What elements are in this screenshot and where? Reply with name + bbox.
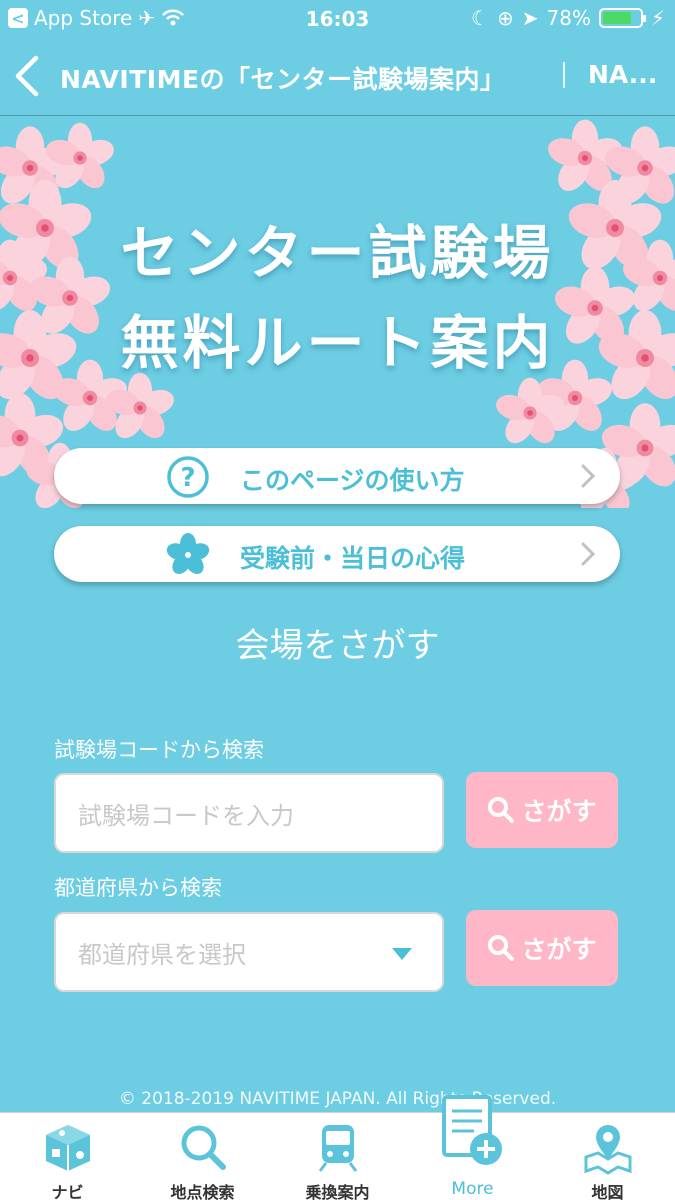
battery-percent: 78% [546, 6, 591, 30]
status-bar: < App Store ✈ 16:03 ☾ ⊕ ➤ 78% ⚡ [0, 0, 675, 38]
svg-text:?: ? [180, 463, 195, 493]
tab-map-label: 地図 [591, 1183, 624, 1200]
map-pin-icon [584, 1125, 632, 1175]
chevron-right-icon [581, 464, 596, 488]
tab-bar: ナビ 地点検索 乗換案内 More 地図 [0, 1095, 675, 1200]
nav-divider [563, 62, 565, 88]
navi-cube-icon [46, 1125, 90, 1171]
prefecture-select[interactable]: 都道府県を選択 [54, 912, 444, 992]
prefecture-search-button[interactable]: さがす [466, 910, 618, 986]
search-icon [488, 935, 515, 961]
prefecture-placeholder: 都道府県を選択 [78, 940, 246, 969]
question-icon: ? [167, 456, 209, 498]
battery-icon [598, 8, 646, 28]
exam-code-input[interactable]: 試験場コードを入力 [54, 773, 444, 853]
location-arrow-icon: ➤ [521, 6, 539, 30]
magnifier-icon [181, 1125, 226, 1170]
search-icon [488, 797, 515, 823]
more-document-icon [442, 1095, 502, 1165]
prefecture-search-label: 都道府県から検索 [54, 876, 222, 900]
tab-more-label: More [451, 1179, 494, 1199]
moon-icon: ☾ [471, 6, 489, 30]
tab-transit-label: 乗換案内 [305, 1183, 370, 1200]
tab-navi-label: ナビ [51, 1183, 84, 1200]
copyright-text: © 2018-2019 NAVITIME JAPAN. All Rights R… [118, 1089, 557, 1109]
code-search-button-label: さがす [521, 797, 597, 826]
train-icon [318, 1125, 358, 1172]
exam-tips-button[interactable]: 受験前・当日の心得 [54, 526, 620, 582]
code-search-label: 試験場コードから検索 [54, 738, 264, 762]
back-chevron-icon[interactable] [10, 52, 50, 100]
tab-spot-search-label: 地点検索 [170, 1183, 235, 1200]
tab-navi[interactable]: ナビ [0, 1113, 135, 1200]
exam-tips-label: 受験前・当日の心得 [240, 544, 466, 573]
nav-title: NAVITIMEの「センター試験場案内」 [60, 65, 506, 94]
tab-map[interactable]: 地図 [540, 1113, 675, 1200]
search-venue-heading: 会場をさがす [235, 626, 440, 666]
charging-icon: ⚡ [650, 6, 665, 30]
rotation-lock-icon: ⊕ [496, 6, 514, 30]
hero-title-line2: 無料ルート案内 [120, 309, 555, 377]
hero-title-line1: センター試験場 [120, 219, 555, 287]
sakura-icon [166, 533, 210, 574]
code-search-button[interactable]: さがす [466, 772, 618, 848]
prefecture-search-button-label: さがす [521, 935, 597, 964]
dropdown-arrow-icon [392, 948, 412, 960]
nav-title-secondary: NA... [588, 60, 658, 89]
how-to-use-button[interactable]: ? このページの使い方 [54, 448, 620, 504]
how-to-use-label: このページの使い方 [240, 466, 465, 495]
tab-transit[interactable]: 乗換案内 [270, 1113, 405, 1200]
tab-spot-search[interactable]: 地点検索 [135, 1113, 270, 1200]
chevron-right-icon [581, 542, 596, 566]
exam-code-placeholder: 試験場コードを入力 [78, 801, 294, 830]
tab-more[interactable]: More [405, 1095, 540, 1200]
navigation-bar: NAVITIMEの「センター試験場案内」 NA... [0, 38, 675, 116]
